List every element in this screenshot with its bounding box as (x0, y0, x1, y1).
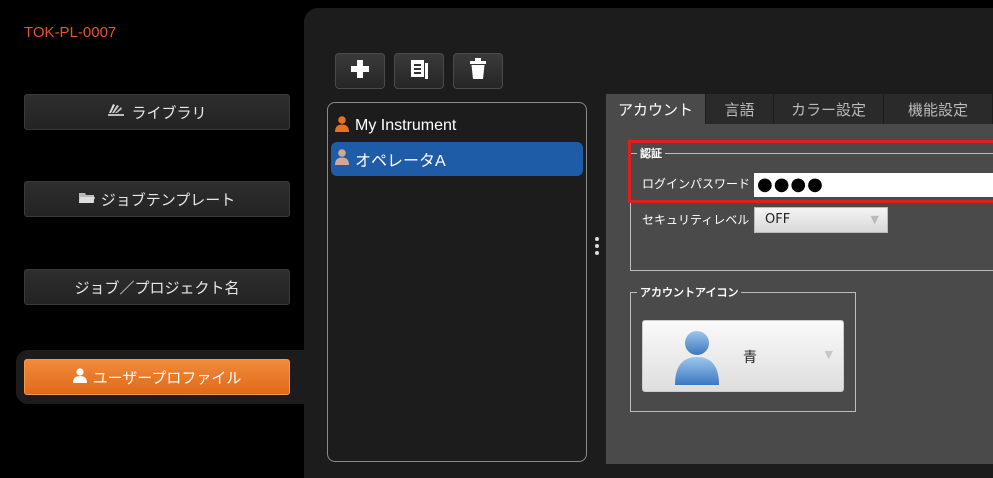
plus-icon (350, 59, 370, 83)
nav-job-project-label: ジョブ／プロジェクト名 (74, 278, 240, 297)
security-level-select[interactable]: OFF ▼ (754, 207, 888, 233)
account-icon-value: 青 (743, 350, 757, 366)
add-profile-button[interactable] (335, 53, 385, 89)
account-icon-select[interactable]: 青 ▼ (642, 320, 844, 392)
profile-list: My Instrument オペレータA (327, 102, 587, 462)
account-icon-group-title: アカウントアイコン (637, 284, 742, 300)
chevron-down-icon: ▼ (870, 213, 879, 226)
user-icon (72, 367, 87, 387)
nav-library-button[interactable]: ライブラリ (24, 94, 290, 130)
nav-library-label: ライブラリ (131, 103, 207, 122)
nav-job-project-button[interactable]: ジョブ／プロジェクト名 (24, 269, 290, 305)
security-level-label: セキュリティレベル (642, 213, 750, 227)
profile-name: オペレータA (355, 153, 446, 170)
nav-job-template-label: ジョブテンプレート (100, 190, 236, 209)
nav-user-profile-label: ユーザープロファイル (92, 368, 242, 387)
folder-icon (78, 190, 95, 208)
password-input[interactable]: ●●●● (754, 173, 993, 197)
tab-language[interactable]: 言語 (706, 94, 774, 124)
user-icon (335, 148, 349, 170)
chevron-down-icon: ▼ (824, 348, 833, 361)
account-tab-body: 認証 ログインパスワード ●●●● セキュリティレベル OFF ▼ アカウントア… (606, 124, 993, 464)
copy-profile-button[interactable] (394, 53, 444, 89)
user-icon (335, 115, 349, 137)
copy-icon (408, 58, 430, 84)
list-item-selected[interactable]: オペレータA (331, 142, 583, 176)
library-icon (107, 102, 125, 122)
nav-user-profile-button[interactable]: ユーザープロファイル (24, 359, 290, 395)
app-id: TOK-PL-0007 (24, 24, 117, 41)
list-item[interactable]: My Instrument (331, 109, 583, 143)
avatar (675, 329, 719, 389)
nav-job-template-button[interactable]: ジョブテンプレート (24, 181, 290, 217)
delete-profile-button[interactable] (453, 53, 503, 89)
trash-icon (469, 58, 487, 84)
tab-function-settings[interactable]: 機能設定 (884, 94, 993, 124)
tab-color-settings[interactable]: カラー設定 (774, 94, 884, 124)
settings-area: アカウント 言語 カラー設定 機能設定 認証 ログインパスワード ●●●● セキ… (606, 94, 993, 464)
tab-account[interactable]: アカウント (606, 94, 706, 124)
profile-name: My Instrument (355, 117, 457, 134)
splitter-handle[interactable] (595, 237, 599, 258)
password-label: ログインパスワード (642, 177, 751, 191)
security-level-value: OFF (765, 212, 791, 227)
